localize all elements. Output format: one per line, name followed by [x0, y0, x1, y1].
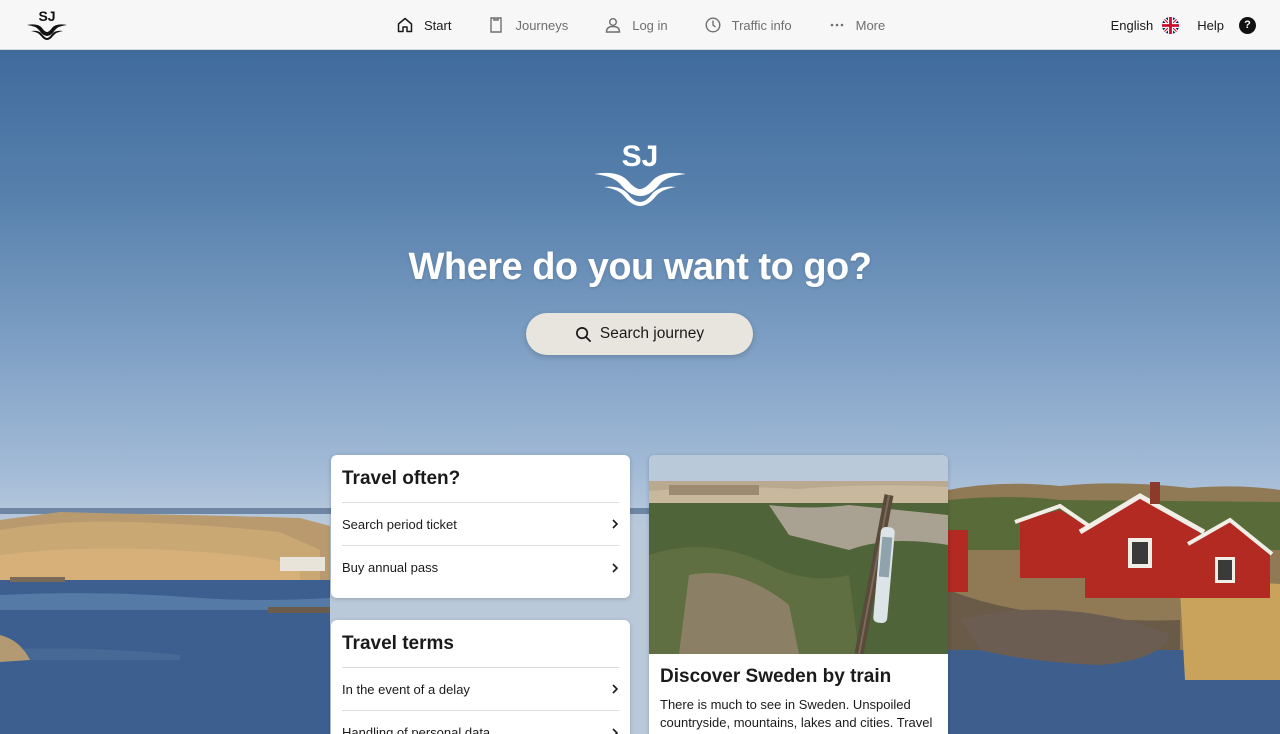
nav-traffic-info[interactable]: Traffic info — [704, 0, 792, 50]
chevron-right-icon — [612, 519, 619, 529]
discover-text: There is much to see in Sweden. Unspoile… — [660, 697, 933, 730]
more-dots-icon — [830, 23, 843, 27]
language-selector[interactable]: English — [1110, 16, 1180, 34]
uk-flag-icon — [1162, 16, 1180, 34]
train-aerial-image — [649, 455, 948, 654]
user-icon — [606, 18, 621, 33]
link-label: In the event of a delay — [342, 681, 470, 697]
link-label: Handling of personal data — [342, 725, 491, 734]
nav-start-label: Start — [424, 17, 452, 33]
discover-content: Discover Sweden by train There is much t… — [660, 666, 940, 732]
chevron-right-icon — [612, 684, 619, 694]
nav-log-in-label: Log in — [632, 17, 668, 33]
travel-often-title: Travel often? — [342, 455, 619, 503]
clock-icon — [705, 17, 721, 33]
top-navigation-bar: SJ Start Journeys Log in Traffic info Mo… — [0, 0, 1280, 50]
nav-more[interactable]: More — [828, 0, 886, 50]
hero-title: Where do you want to go? — [408, 246, 872, 288]
nav-journeys-label: Journeys — [515, 17, 569, 33]
nav-more-label: More — [855, 17, 886, 33]
home-icon — [397, 17, 413, 33]
chevron-right-icon — [612, 562, 619, 573]
sj-logo[interactable]: SJ — [26, 8, 68, 40]
help-label: Help — [1197, 17, 1224, 33]
travel-terms-title: Travel terms — [342, 620, 619, 668]
svg-text:SJ: SJ — [38, 8, 55, 24]
main-nav: Start Journeys Log in Traffic info More — [396, 0, 921, 50]
header-utilities: English Help ? — [1111, 0, 1256, 50]
help-icon: ? — [1239, 16, 1256, 34]
ticket-icon — [490, 17, 503, 33]
search-journey-label: Search journey — [599, 325, 705, 342]
discover-sweden-card[interactable]: Discover Sweden by train There is much t… — [649, 455, 948, 734]
help-link[interactable]: Help ? — [1197, 16, 1256, 34]
nav-log-in[interactable]: Log in — [604, 0, 668, 50]
chevron-right-icon — [612, 727, 619, 734]
travel-often-card: Travel often? Search period ticket Buy a… — [331, 455, 630, 598]
nav-start[interactable]: Start — [396, 0, 451, 50]
hero-section: SJ Where do you want to go? Search journ… — [0, 50, 1280, 734]
nav-traffic-info-label: Traffic info — [731, 17, 792, 33]
travel-terms-card: Travel terms In the event of a delay Han… — [331, 620, 630, 734]
delay-link[interactable]: In the event of a delay — [342, 668, 619, 711]
link-label: Search period ticket — [342, 516, 457, 532]
buy-annual-pass-link[interactable]: Buy annual pass — [342, 546, 619, 589]
sj-hero-logo: SJ — [594, 140, 686, 206]
personal-data-link[interactable]: Handling of personal data — [342, 711, 619, 734]
search-journey-button[interactable]: Search journey — [526, 313, 753, 355]
discover-title: Discover Sweden by train — [660, 666, 892, 687]
search-icon — [575, 326, 591, 342]
search-period-ticket-link[interactable]: Search period ticket — [342, 503, 619, 546]
svg-text:SJ: SJ — [622, 140, 659, 173]
language-label: English — [1110, 17, 1154, 33]
nav-journeys[interactable]: Journeys — [487, 0, 568, 50]
link-label: Buy annual pass — [342, 560, 439, 575]
